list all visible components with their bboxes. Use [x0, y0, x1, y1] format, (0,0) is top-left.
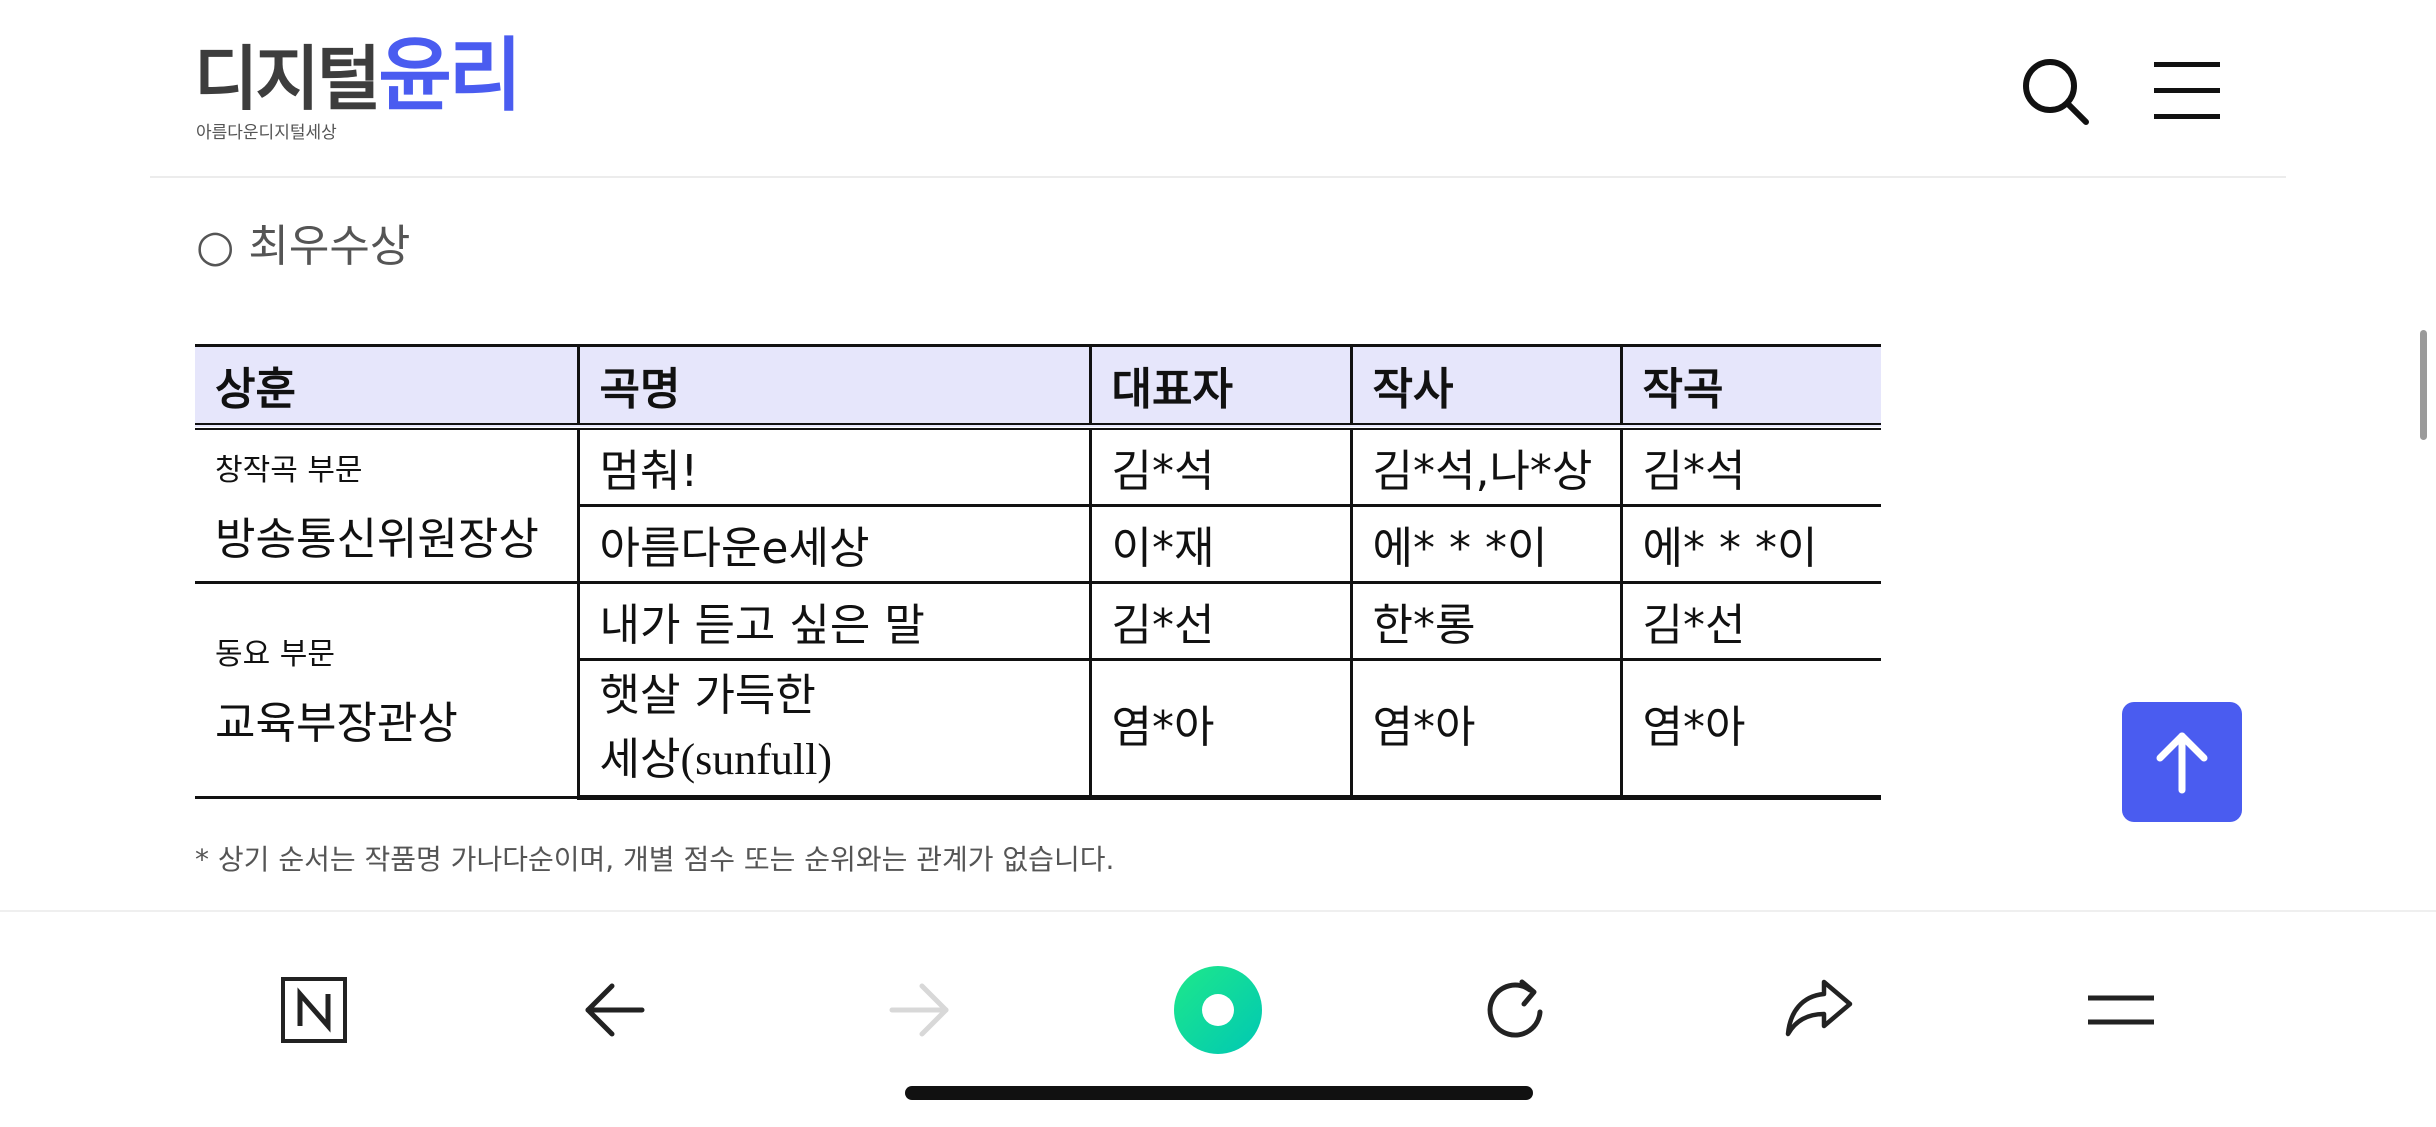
representative-cell: 김*선 — [1088, 581, 1353, 661]
hamburger-menu-icon[interactable] — [2154, 58, 2220, 122]
song-title-cell: 내가 듣고 싶은 말 — [576, 581, 1092, 661]
composer-cell: 염*아 — [1619, 658, 1881, 800]
song-title-cell: 아름다운e세상 — [576, 504, 1092, 584]
site-logo[interactable]: 디지털윤리 아름다운디지털세상 — [194, 36, 574, 146]
naver-n-icon[interactable] — [280, 976, 348, 1044]
award-cell: 동요 부문 교육부장관상 — [195, 581, 580, 799]
green-dot-icon[interactable] — [1172, 964, 1264, 1056]
home-indicator[interactable] — [905, 1086, 1533, 1100]
table-header-row: 상훈 곡명 대표자 작사 작곡 — [195, 344, 1881, 430]
header-lyrics: 작사 — [1349, 344, 1623, 430]
table-row: 창작곡 부문 방송통신위원장상 멈춰! 김*석 김*석,나*상 김*석 — [195, 425, 1881, 584]
header-composer: 작곡 — [1619, 344, 1881, 430]
search-icon[interactable] — [2020, 56, 2090, 126]
song-title-line1: 햇살 가득한 — [599, 670, 816, 721]
site-header: 디지털윤리 아름다운디지털세상 — [150, 0, 2286, 178]
composer-cell: 김*선 — [1619, 581, 1881, 661]
logo-accent-text: 윤리 — [378, 29, 522, 122]
award-category: 창작곡 부문 — [215, 452, 363, 488]
logo-wordmark: 디지털윤리 — [194, 36, 522, 116]
lyrics-cell: 염*아 — [1349, 658, 1623, 800]
lyrics-cell: 에* * *이 — [1349, 504, 1623, 584]
refresh-icon[interactable] — [1484, 976, 1550, 1044]
scrollbar[interactable] — [2420, 330, 2427, 440]
header-award: 상훈 — [195, 344, 580, 430]
award-cell: 창작곡 부문 방송통신위원장상 — [195, 425, 580, 584]
representative-cell: 염*아 — [1088, 658, 1353, 800]
composer-cell: 김*석 — [1619, 425, 1881, 507]
award-name: 교육부장관상 — [215, 698, 458, 749]
forward-arrow-icon[interactable] — [888, 980, 950, 1040]
header-title: 곡명 — [576, 344, 1092, 430]
share-icon[interactable] — [1784, 978, 1854, 1038]
composer-cell: 에* * *이 — [1619, 504, 1881, 584]
section-title: ○ 최우수상 — [196, 221, 411, 272]
back-arrow-icon[interactable] — [584, 980, 646, 1040]
representative-cell: 이*재 — [1088, 504, 1353, 584]
award-table: 상훈 곡명 대표자 작사 작곡 창작곡 부문 방송통신위원장상 멈춰! 김*석 … — [195, 344, 1881, 800]
arrow-up-icon — [2156, 732, 2208, 794]
song-title-cell: 햇살 가득한 세상(sunfull) — [576, 658, 1092, 800]
logo-dark-text: 디지털 — [194, 38, 381, 120]
table-row: 동요 부문 교육부장관상 내가 듣고 싶은 말 김*선 한*롱 김*선 — [195, 581, 1881, 799]
award-name: 방송통신위원장상 — [215, 513, 539, 565]
song-title-cell: 멈춰! — [576, 425, 1092, 507]
award-category: 동요 부문 — [215, 637, 335, 672]
header-representative: 대표자 — [1088, 344, 1353, 430]
footnote: * 상기 순서는 작품명 가나다순이며, 개별 점수 또는 순위와는 관계가 없… — [195, 843, 1115, 876]
representative-cell: 김*석 — [1088, 425, 1353, 507]
lyrics-cell: 한*롱 — [1349, 581, 1623, 661]
scroll-to-top-button[interactable] — [2122, 702, 2242, 822]
menu-icon[interactable] — [2086, 990, 2156, 1030]
lyrics-cell: 김*석,나*상 — [1349, 425, 1623, 507]
song-title-line2: 세상(sunfull) — [599, 735, 833, 784]
logo-tagline: 아름다운디지털세상 — [196, 123, 337, 143]
